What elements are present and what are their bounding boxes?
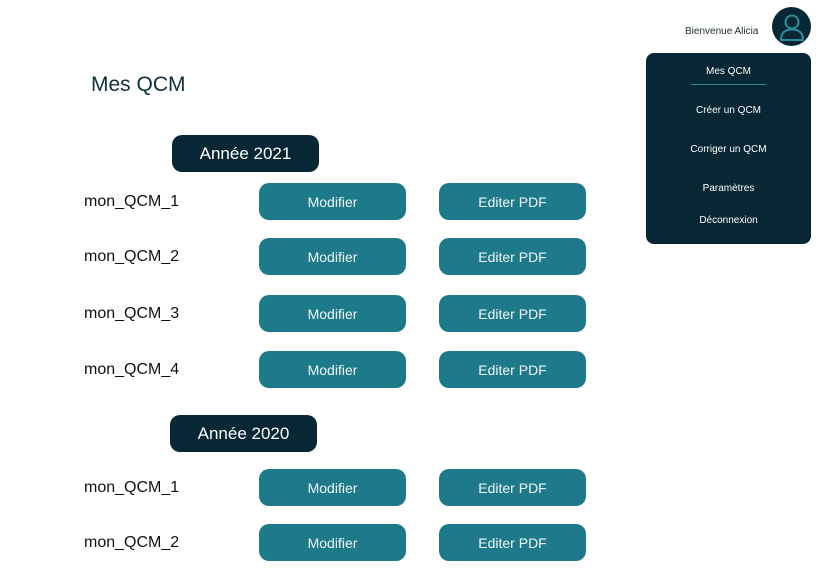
- menu-item-mes-qcm[interactable]: Mes QCM: [646, 66, 811, 77]
- qcm-name: mon_QCM_4: [84, 361, 180, 378]
- edit-pdf-button[interactable]: Editer PDF: [439, 183, 586, 220]
- avatar[interactable]: [772, 7, 811, 46]
- edit-pdf-button[interactable]: Editer PDF: [439, 238, 586, 275]
- qcm-row: mon_QCM_4 Modifier Editer PDF: [0, 351, 822, 388]
- modify-button[interactable]: Modifier: [259, 351, 406, 388]
- menu-item-creer-qcm[interactable]: Créer un QCM: [646, 105, 811, 116]
- qcm-name: mon_QCM_3: [84, 305, 180, 322]
- qcm-row: mon_QCM_2 Modifier Editer PDF: [0, 238, 822, 275]
- menu-item-corriger-qcm[interactable]: Corriger un QCM: [646, 144, 811, 155]
- user-icon: [779, 14, 804, 41]
- active-menu-underline: [691, 84, 766, 85]
- modify-button[interactable]: Modifier: [259, 295, 406, 332]
- qcm-row: mon_QCM_3 Modifier Editer PDF: [0, 295, 822, 332]
- edit-pdf-button[interactable]: Editer PDF: [439, 469, 586, 506]
- modify-button[interactable]: Modifier: [259, 469, 406, 506]
- qcm-row: mon_QCM_2 Modifier Editer PDF: [0, 524, 822, 561]
- modify-button[interactable]: Modifier: [259, 183, 406, 220]
- qcm-name: mon_QCM_1: [84, 479, 180, 496]
- page-title: Mes QCM: [91, 73, 186, 96]
- year-header-2021: Année 2021: [172, 135, 319, 172]
- welcome-text: Bienvenue Alicia: [685, 26, 759, 37]
- qcm-row: mon_QCM_1 Modifier Editer PDF: [0, 469, 822, 506]
- edit-pdf-button[interactable]: Editer PDF: [439, 524, 586, 561]
- modify-button[interactable]: Modifier: [259, 238, 406, 275]
- qcm-row: mon_QCM_1 Modifier Editer PDF: [0, 183, 822, 220]
- qcm-name: mon_QCM_2: [84, 248, 180, 265]
- year-header-2020: Année 2020: [170, 415, 317, 452]
- qcm-name: mon_QCM_1: [84, 193, 180, 210]
- modify-button[interactable]: Modifier: [259, 524, 406, 561]
- edit-pdf-button[interactable]: Editer PDF: [439, 351, 586, 388]
- qcm-name: mon_QCM_2: [84, 534, 180, 551]
- edit-pdf-button[interactable]: Editer PDF: [439, 295, 586, 332]
